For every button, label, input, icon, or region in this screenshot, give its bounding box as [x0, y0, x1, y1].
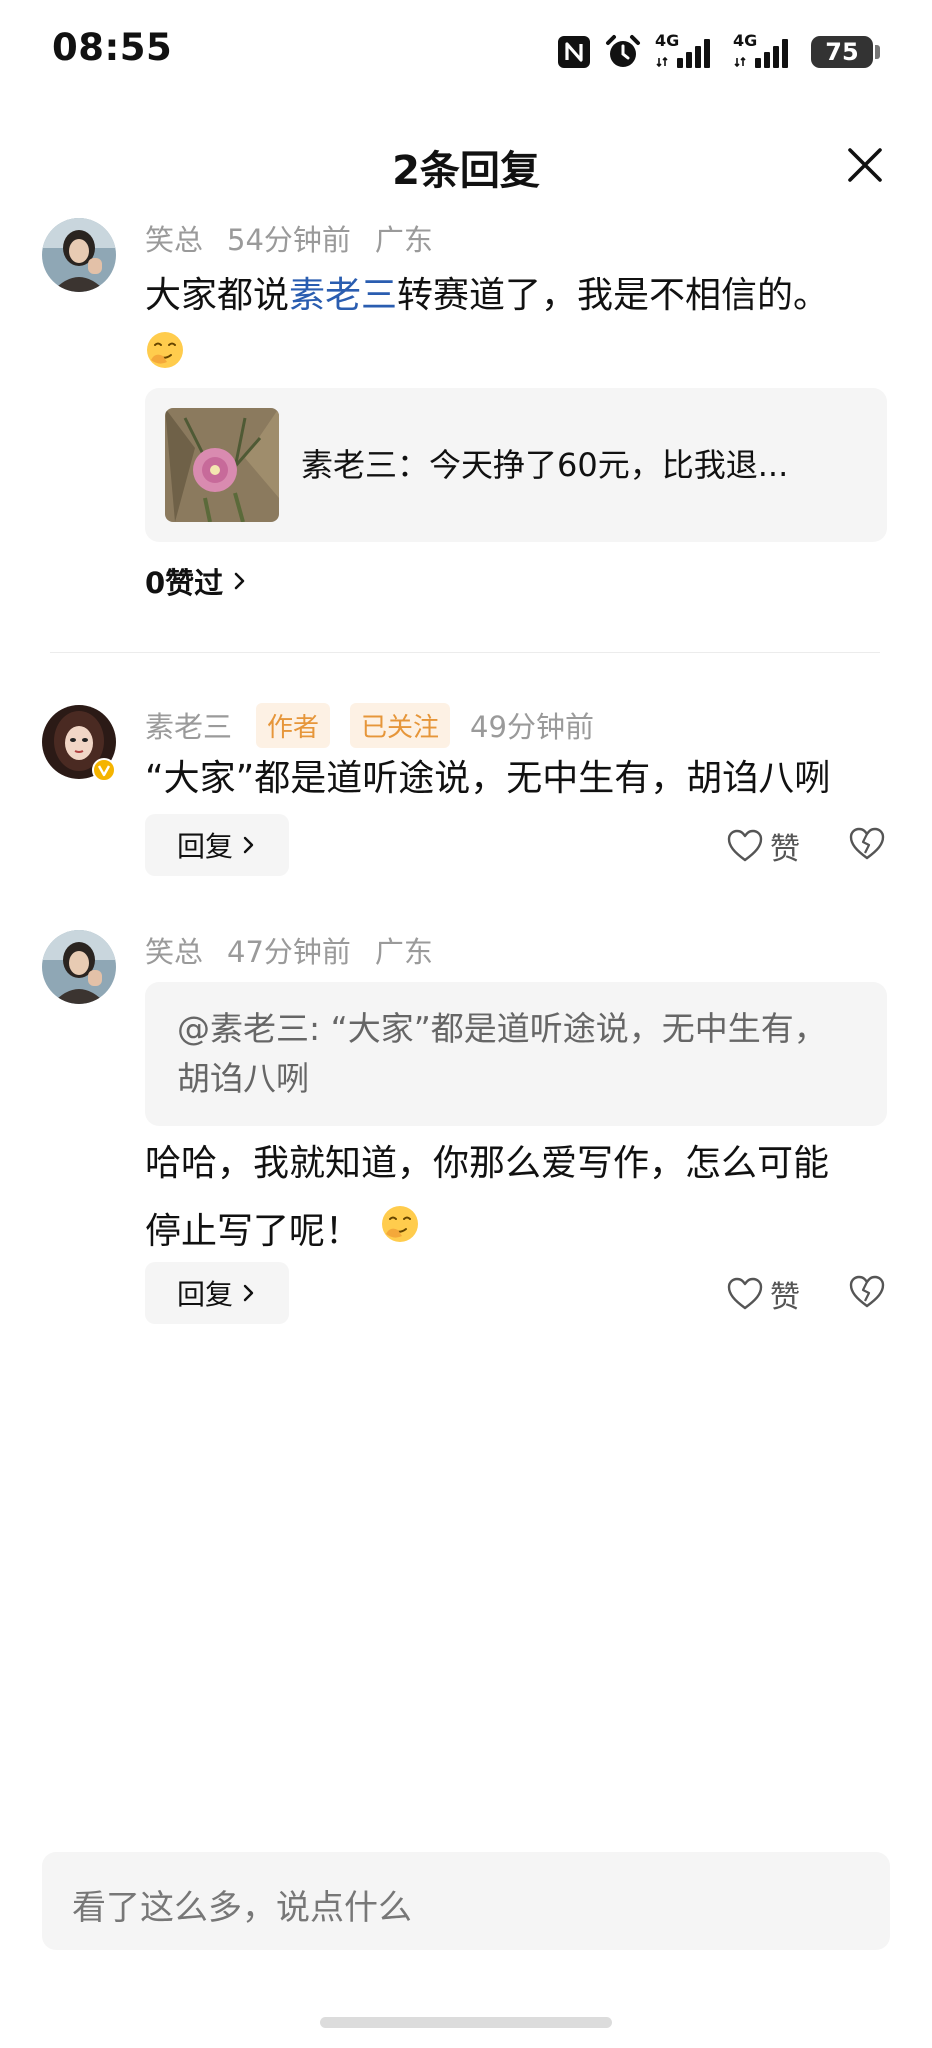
comment-author[interactable]: 笑总 — [145, 929, 203, 971]
home-indicator[interactable] — [320, 2017, 612, 2028]
avatar[interactable] — [42, 218, 116, 292]
following-tag: 已关注 — [350, 702, 451, 748]
verified-badge-icon — [92, 758, 116, 782]
post-thumbnail — [165, 408, 279, 522]
comment-text-part: 停止写了呢！ — [145, 1211, 362, 1252]
reply-button[interactable]: 回复 — [145, 814, 290, 876]
signal-icon: 4G — [655, 31, 719, 70]
comment-meta: 笑总 47分钟前 广东 — [145, 930, 457, 970]
comment-location: 广东 — [374, 935, 433, 969]
mention-link[interactable]: 素老三 — [289, 275, 397, 316]
like-label: 赞 — [770, 832, 800, 867]
heart-icon — [727, 829, 763, 862]
comment-meta: 素老三 作者 已关注 49分钟前 — [145, 702, 618, 748]
quoted-post-text: 素老三：今天挣了60元，比我退... — [301, 446, 789, 484]
alarm-icon — [606, 35, 640, 67]
comment-time: 49分钟前 — [470, 710, 594, 744]
avatar[interactable] — [42, 930, 116, 1004]
like-label: 赞 — [770, 1280, 800, 1315]
comment-text-part: 转赛道了，我是不相信的。 — [397, 275, 830, 316]
emoji-icon — [380, 1199, 420, 1267]
heart-icon — [727, 1277, 763, 1310]
status-bar: 08:55 4G 4G 75 — [0, 0, 932, 104]
comment-meta: 笑总 54分钟前 广东 — [145, 218, 457, 258]
broken-heart-icon[interactable] — [848, 826, 886, 862]
emoji-icon — [145, 330, 185, 374]
comment-input[interactable]: 看了这么多，说点什么 — [42, 1852, 890, 1950]
reply-button[interactable]: 回复 — [145, 1262, 290, 1324]
replies-header: 2条回复 — [0, 130, 932, 200]
likes-count-text: 0赞过 — [145, 566, 224, 600]
close-icon[interactable] — [840, 140, 890, 190]
chevron-right-icon — [243, 1284, 254, 1302]
page-title: 2条回复 — [392, 148, 540, 194]
comment-location: 广东 — [374, 223, 433, 257]
quoted-reply: @素老三: “大家”都是道听途说，无中生有，胡诌八咧 — [145, 982, 887, 1126]
comment-time: 54分钟前 — [227, 223, 351, 257]
broken-heart-icon[interactable] — [848, 1274, 886, 1310]
comment-text: 大家都说素老三转赛道了，我是不相信的。 — [145, 262, 829, 330]
battery-icon: 75 — [811, 36, 873, 68]
author-tag: 作者 — [256, 702, 331, 748]
battery-tip — [875, 45, 880, 59]
like-button[interactable]: 赞 — [726, 1272, 800, 1316]
divider — [50, 652, 880, 653]
comment-text: 哈哈，我就知道，你那么爱写作，怎么可能 — [145, 1143, 830, 1184]
status-time: 08:55 — [52, 26, 173, 69]
reply-label: 回复 — [177, 1278, 234, 1311]
comment-text-part: 大家都说 — [145, 275, 290, 316]
status-icons: 4G 4G 75 — [557, 31, 880, 72]
quoted-post-card[interactable]: 素老三：今天挣了60元，比我退... — [145, 388, 887, 542]
reply-label: 回复 — [177, 830, 234, 863]
chevron-right-icon — [234, 572, 245, 590]
comment-input-placeholder: 看了这么多，说点什么 — [72, 1888, 412, 1928]
nfc-icon — [558, 36, 590, 68]
comment-author[interactable]: 笑总 — [145, 217, 203, 259]
likes-count-link[interactable]: 0赞过 — [145, 560, 249, 602]
signal-icon: 4G — [733, 31, 797, 70]
battery-level: 75 — [825, 38, 859, 66]
comment-time: 47分钟前 — [227, 935, 351, 969]
comment-author[interactable]: 素老三 — [145, 704, 232, 746]
like-button[interactable]: 赞 — [726, 824, 800, 868]
quoted-reply-text: @素老三: “大家”都是道听途说，无中生有，胡诌八咧 — [177, 1009, 827, 1098]
comment-text: 停止写了呢！ — [145, 1198, 420, 1267]
comment-text: “大家”都是道听途说，无中生有，胡诌八咧 — [145, 758, 831, 799]
chevron-right-icon — [243, 836, 254, 854]
